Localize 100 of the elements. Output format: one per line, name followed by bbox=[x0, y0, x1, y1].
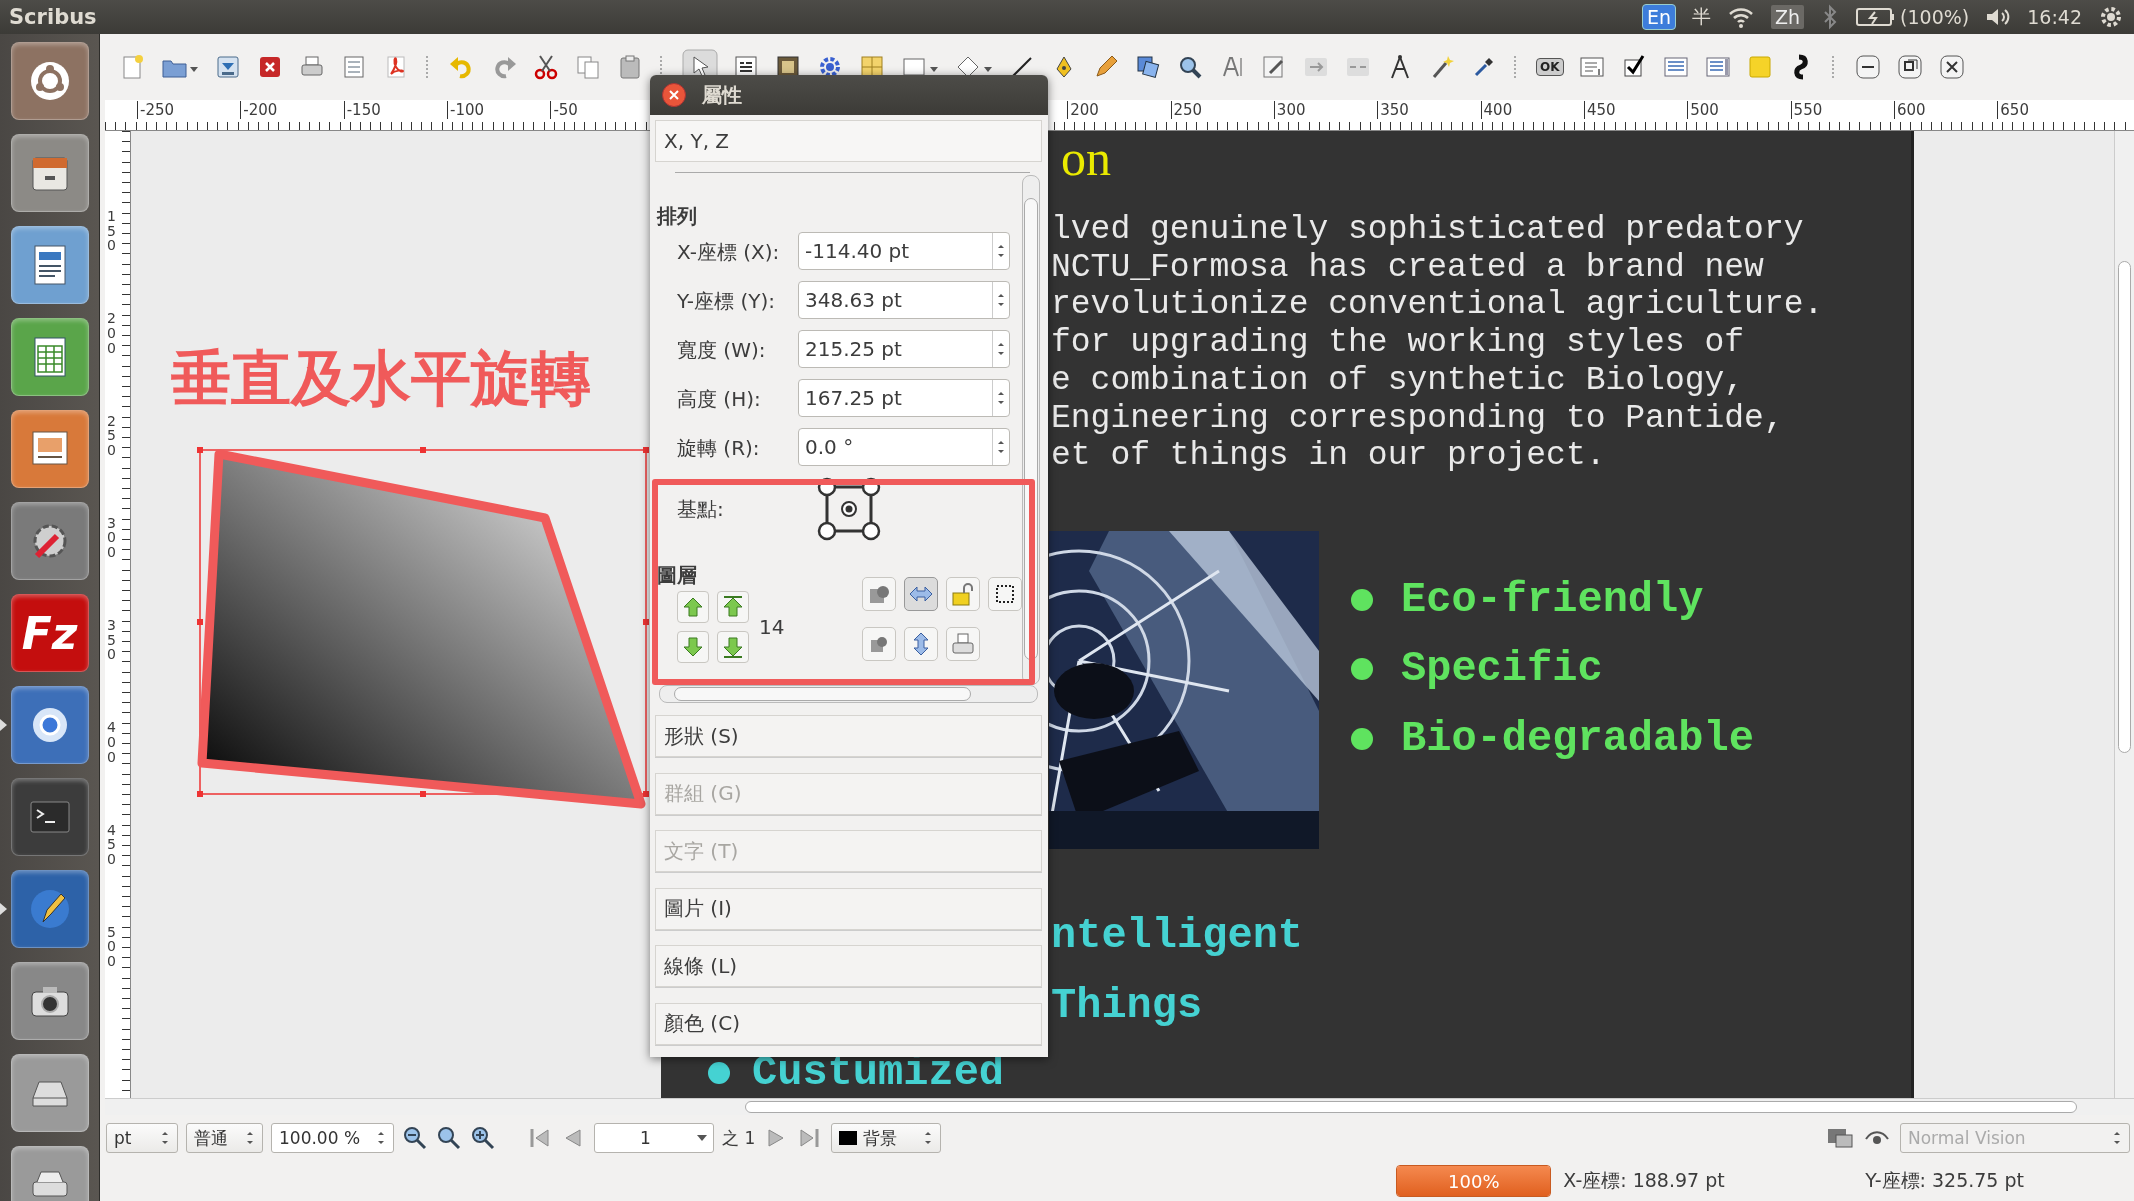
application-item: ntelligent bbox=[1051, 912, 1304, 960]
layer-selector[interactable]: 背景 bbox=[831, 1123, 942, 1153]
zoom-icon[interactable] bbox=[436, 1125, 462, 1151]
ruler-label: -200 bbox=[240, 101, 280, 119]
ruler-label: -150 bbox=[343, 101, 383, 119]
bullet-dot bbox=[1351, 588, 1373, 611]
launcher-button[interactable] bbox=[10, 134, 89, 212]
battery-percentage: (100%) bbox=[1900, 6, 1970, 28]
flip-vertical-button[interactable] bbox=[904, 627, 938, 661]
spin-field[interactable]: -114.40 pt bbox=[798, 232, 1010, 270]
ruler-label: 200 bbox=[107, 311, 116, 356]
launcher-button[interactable] bbox=[10, 42, 89, 120]
launcher-button[interactable] bbox=[10, 502, 89, 580]
no-print-button[interactable] bbox=[862, 577, 896, 611]
page-heading: on bbox=[1061, 131, 1111, 187]
application-item: Things bbox=[1051, 982, 1203, 1030]
size-lock-button[interactable] bbox=[988, 577, 1022, 611]
unit-selector[interactable]: pt bbox=[106, 1123, 178, 1153]
field-label: 高度 (H): bbox=[676, 386, 762, 413]
scissors-icon[interactable] bbox=[532, 53, 560, 81]
launcher-button[interactable]: Fz bbox=[10, 594, 89, 672]
clock[interactable]: 16:42 bbox=[2027, 6, 2082, 28]
page-count: 之 1 bbox=[722, 1126, 756, 1150]
lower-button[interactable] bbox=[677, 631, 709, 663]
printer-icon bbox=[950, 631, 976, 657]
language-indicator[interactable]: Zh bbox=[1771, 5, 1805, 29]
launcher-button[interactable] bbox=[10, 962, 89, 1040]
vertical-scrollbar[interactable] bbox=[2114, 131, 2134, 1098]
input-method-indicator[interactable]: En bbox=[1641, 4, 1676, 30]
annotation-title: 垂直及水平旋轉 bbox=[171, 342, 591, 415]
feature-item: Bio-degradable bbox=[1401, 714, 1754, 763]
launcher-button[interactable] bbox=[10, 226, 89, 304]
close-button[interactable] bbox=[662, 83, 686, 107]
zoom-in-icon[interactable] bbox=[470, 1125, 496, 1151]
section-header[interactable]: 顏色 (C) bbox=[655, 1002, 1042, 1045]
spin-field[interactable]: 0.0 ° bbox=[798, 428, 1010, 466]
section-header[interactable]: 形狀 (S) bbox=[655, 715, 1042, 757]
paragraph-line: for upgrading the working styles of bbox=[1051, 324, 1746, 362]
flip-horizontal-button[interactable] bbox=[904, 577, 938, 611]
ruler-label: 400 bbox=[107, 720, 116, 765]
group-label: 排列 bbox=[657, 205, 698, 227]
zoom-field[interactable]: 100.00 % bbox=[271, 1123, 394, 1153]
section-header[interactable]: X, Y, Z bbox=[655, 120, 1042, 162]
ruler-label: -50 bbox=[550, 101, 580, 119]
raise-button[interactable] bbox=[677, 591, 709, 623]
ruler-label: 550 bbox=[1790, 101, 1825, 119]
minimize-icon[interactable] bbox=[1853, 53, 1882, 81]
application-item: Custumized bbox=[752, 1049, 1005, 1097]
ruler-label: 650 bbox=[1997, 101, 2031, 119]
feature-item: Specific bbox=[1401, 645, 1603, 694]
spin-field[interactable]: 348.63 pt bbox=[798, 281, 1010, 319]
horizontal-scrollbar[interactable] bbox=[659, 685, 1038, 703]
arrow-down-icon bbox=[681, 635, 705, 659]
ruler-label: 450 bbox=[107, 822, 116, 867]
launcher-button[interactable] bbox=[10, 1146, 89, 1201]
gear-icon[interactable] bbox=[2098, 4, 2124, 30]
horizontal-scrollbar[interactable] bbox=[105, 1098, 2134, 1115]
ruler-label: 400 bbox=[1480, 101, 1515, 119]
width-mode-indicator[interactable]: 半 bbox=[1692, 4, 1711, 30]
bullet-dot bbox=[1351, 727, 1373, 750]
arrow-up-icon bbox=[681, 595, 705, 619]
battery-icon[interactable] bbox=[1856, 5, 1897, 29]
bullet-dot bbox=[1351, 658, 1373, 681]
ruler-label: 500 bbox=[1687, 101, 1721, 119]
form-button-tool[interactable]: OK bbox=[1536, 58, 1564, 76]
spin-field[interactable]: 215.25 pt bbox=[798, 330, 1010, 368]
ruler-label: 450 bbox=[1583, 101, 1618, 119]
y-coordinate: Y-座標: 325.75 pt bbox=[1865, 1168, 2024, 1193]
launcher-button[interactable] bbox=[10, 318, 89, 396]
spin-field[interactable]: 167.25 pt bbox=[798, 379, 1010, 417]
launcher-button[interactable] bbox=[10, 410, 89, 488]
rotate-icon[interactable] bbox=[1134, 53, 1162, 81]
launcher-button[interactable] bbox=[10, 686, 89, 764]
field-label: 寬度 (W): bbox=[676, 337, 767, 364]
ruler-label: 200 bbox=[1067, 101, 1101, 119]
launcher-button[interactable] bbox=[10, 1054, 89, 1132]
section-header[interactable]: 圖片 (I) bbox=[655, 887, 1042, 930]
arrow-up-bar-icon bbox=[721, 595, 745, 619]
layer-level: 14 bbox=[759, 615, 785, 639]
restore-icon[interactable] bbox=[1895, 53, 1924, 81]
save-icon[interactable] bbox=[214, 53, 242, 81]
ruler-label: 600 bbox=[1893, 101, 1928, 119]
page-selector[interactable]: 1 bbox=[594, 1123, 714, 1153]
ruler-label: 250 bbox=[107, 413, 116, 458]
paragraph-line: Engineering corresponding to Pantide, bbox=[1051, 399, 1785, 438]
close-icon[interactable] bbox=[1937, 53, 1966, 81]
base-point-icon[interactable] bbox=[817, 477, 881, 541]
raise-to-top-button[interactable] bbox=[717, 591, 749, 623]
section-header[interactable]: 線條 (L) bbox=[655, 945, 1042, 987]
lock-button[interactable] bbox=[946, 577, 980, 611]
lower-to-bottom-button[interactable] bbox=[717, 631, 749, 663]
field-label: X-座標 (X): bbox=[676, 239, 781, 266]
no-export-button[interactable] bbox=[862, 627, 896, 661]
mode-selector[interactable]: 普通 bbox=[186, 1123, 263, 1153]
paragraph-line: e combination of synthetic Biology, bbox=[1051, 361, 1746, 400]
paragraph-line: revolutionize conventional agriculture. bbox=[1051, 286, 1825, 325]
field-label: Y-座標 (Y): bbox=[676, 288, 776, 315]
zoom-out-icon[interactable] bbox=[402, 1125, 428, 1151]
app-name: Scribus bbox=[9, 5, 97, 29]
print-button[interactable] bbox=[946, 627, 980, 661]
